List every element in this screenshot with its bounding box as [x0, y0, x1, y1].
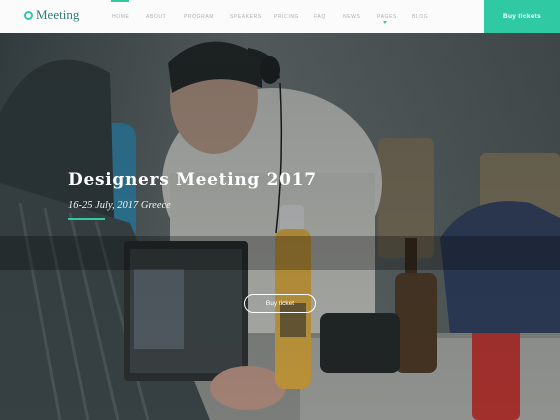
nav-item-news[interactable]: News — [343, 0, 360, 33]
nav-item-blog[interactable]: Blog — [412, 0, 428, 33]
nav-item-program[interactable]: Program — [184, 0, 214, 33]
nav-item-home[interactable]: Home — [111, 0, 130, 33]
nav-item-label: Speakers — [230, 14, 262, 20]
nav-item-label: About — [146, 14, 167, 20]
nav-item-label: Pages — [377, 14, 397, 20]
nav-item-speakers[interactable]: Speakers — [230, 0, 262, 33]
buy-tickets-button[interactable]: Buy tickets — [484, 0, 560, 33]
hero-divider — [68, 218, 105, 220]
nav-item-label: Program — [184, 14, 215, 20]
nav-item-label: Pricing — [274, 14, 300, 20]
nav-item-label: FAQ — [314, 14, 326, 20]
hero-subtitle: 16-25 July, 2017 Greece — [68, 200, 171, 211]
nav-item-label: Blog — [412, 14, 429, 20]
nav-active-indicator — [111, 0, 129, 2]
hero-title: Designers Meeting 2017 — [68, 170, 317, 190]
buy-ticket-button[interactable]: Buy ticket — [244, 294, 316, 313]
nav-item-pricing[interactable]: Pricing — [274, 0, 299, 33]
nav-item-faq[interactable]: FAQ — [314, 0, 326, 33]
hero-section: Designers Meeting 2017 16-25 July, 2017 … — [0, 33, 560, 420]
nav-item-label: Home — [112, 14, 130, 20]
logo-text: Meeting — [36, 7, 80, 22]
nav-item-about[interactable]: About — [146, 0, 166, 33]
hero-background-photo — [0, 33, 560, 420]
logo-ring-icon — [24, 11, 33, 20]
nav-item-pages[interactable]: Pages — [377, 0, 397, 33]
site-header: Meeting Home About Program Speakers Pric… — [0, 0, 560, 33]
nav-item-label: News — [343, 14, 361, 20]
dropdown-caret-icon — [383, 21, 387, 24]
